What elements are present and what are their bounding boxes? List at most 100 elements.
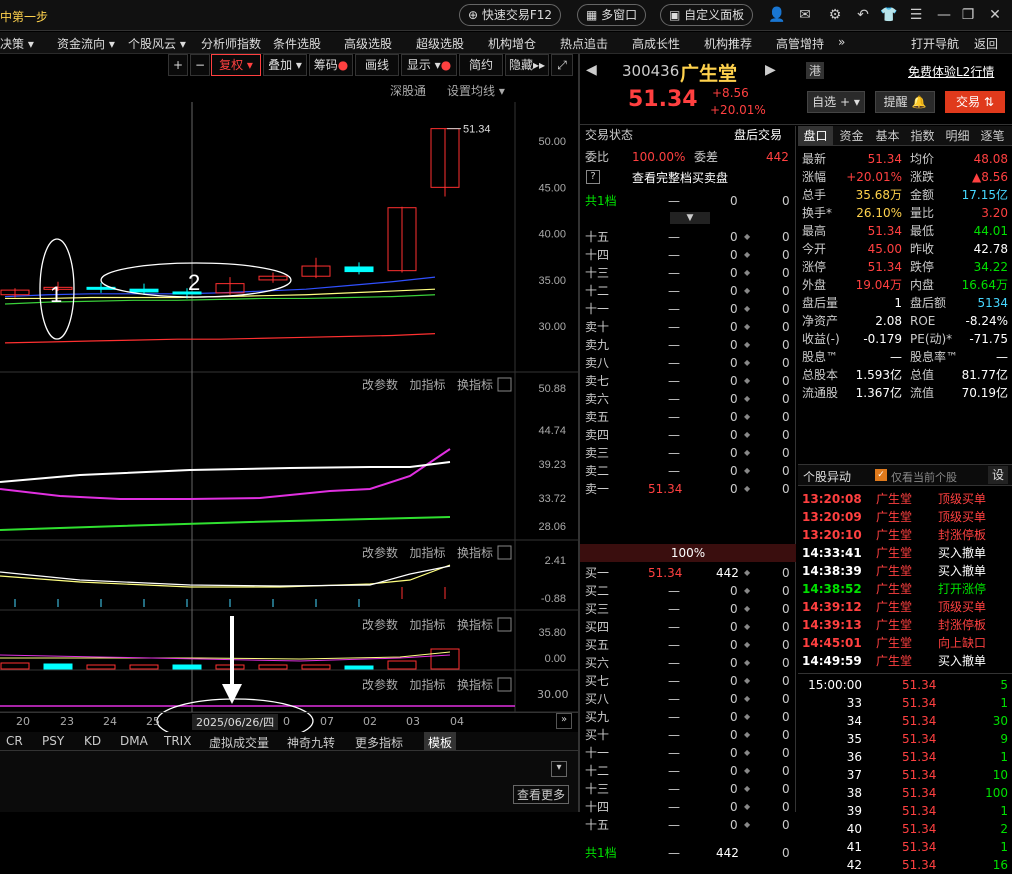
- menu-item[interactable]: 打开导航: [911, 35, 959, 52]
- switch-indicator-button[interactable]: 换指标: [457, 618, 493, 632]
- quote-label: 跌停: [910, 260, 935, 274]
- alert-stock[interactable]: 广生堂: [876, 562, 912, 580]
- add-indicator-button[interactable]: 加指标: [409, 618, 445, 632]
- menu-item[interactable]: 高管增持: [776, 35, 824, 52]
- window-title: 中第一步: [0, 10, 49, 24]
- close-icon[interactable]: ✕: [986, 6, 1004, 24]
- add-indicator-button[interactable]: 加指标: [409, 378, 445, 392]
- switch-indicator-button[interactable]: 换指标: [457, 378, 493, 392]
- menu-item[interactable]: 超级选股: [416, 35, 464, 52]
- sell-price: —: [668, 392, 680, 406]
- alert-stock[interactable]: 广生堂: [876, 544, 912, 562]
- alert-time: 14:49:59: [802, 654, 862, 668]
- tab-pankou[interactable]: 盘口: [798, 126, 833, 146]
- watchlist-button[interactable]: 自选 + ▾: [807, 91, 865, 113]
- alert-stock[interactable]: 广生堂: [876, 616, 912, 634]
- menu-item[interactable]: 机构增仓: [488, 35, 536, 52]
- quick-trade-button[interactable]: ⊕ 快速交易F12: [459, 4, 562, 26]
- only-current-checkbox[interactable]: ✓: [875, 469, 887, 481]
- next-stock-icon[interactable]: ▶: [765, 62, 776, 78]
- tab-psy[interactable]: PSY: [42, 734, 64, 748]
- close-indicator-icon[interactable]: [497, 617, 512, 632]
- tab-dma[interactable]: DMA: [120, 734, 148, 748]
- alert-stock[interactable]: 广生堂: [876, 580, 912, 598]
- alerts-settings-button[interactable]: 设: [988, 466, 1008, 484]
- close-indicator-icon[interactable]: [497, 377, 512, 392]
- menu-icon[interactable]: ☰: [907, 6, 925, 24]
- menu-item[interactable]: 返回: [974, 35, 998, 52]
- add-indicator-button[interactable]: 加指标: [409, 546, 445, 560]
- tab-zhishu[interactable]: 指数: [905, 126, 940, 146]
- full-book-link[interactable]: 查看完整档买卖盘: [632, 169, 728, 187]
- last-indicator-tick: 30.00: [537, 688, 569, 701]
- tab-jiben[interactable]: 基本: [870, 126, 905, 146]
- menu-item[interactable]: 决策 ▾: [0, 35, 34, 52]
- back-icon[interactable]: ↶: [854, 6, 872, 24]
- settings-icon[interactable]: ⚙: [826, 6, 844, 24]
- tab-more-indicators[interactable]: 更多指标: [355, 734, 403, 751]
- help-icon[interactable]: ?: [586, 170, 600, 184]
- buy-level-label: 买八: [585, 692, 610, 706]
- collapse-icon[interactable]: ▾: [551, 761, 567, 777]
- tab-virtual-volume[interactable]: 虚拟成交量: [209, 734, 269, 751]
- chart-svg[interactable]: 50.00 45.00 40.00 35.00 30.00 51.34 1 2 50.88 44.…: [0, 54, 578, 750]
- menu-item[interactable]: 机构推荐: [704, 35, 752, 52]
- free-l2-link[interactable]: 免费体验L2行情: [908, 63, 994, 80]
- alert-stock[interactable]: 广生堂: [876, 598, 912, 616]
- multi-window-button[interactable]: ▦ 多窗口: [577, 4, 647, 26]
- switch-indicator-button[interactable]: 换指标: [457, 546, 493, 560]
- menu-item[interactable]: 高成长性: [632, 35, 680, 52]
- tab-trix[interactable]: TRIX: [164, 734, 191, 748]
- sell-volume: 0: [730, 338, 738, 352]
- alert-stock[interactable]: 广生堂: [876, 652, 912, 670]
- alert-stock[interactable]: 广生堂: [876, 526, 912, 544]
- buy1-volume: 442: [716, 566, 739, 580]
- alert-stock[interactable]: 广生堂: [876, 634, 912, 652]
- params-button[interactable]: 改参数: [362, 618, 398, 632]
- user-icon[interactable]: 👤: [768, 6, 786, 24]
- sell-change: 0: [782, 356, 790, 370]
- menu-item[interactable]: 分析师指数: [201, 35, 261, 52]
- quote-label: ROE: [910, 314, 936, 328]
- params-button[interactable]: 改参数: [362, 678, 398, 692]
- tab-mingxi[interactable]: 明细: [940, 126, 975, 146]
- expand-icon[interactable]: ▼: [670, 212, 710, 224]
- tab-cr[interactable]: CR: [6, 734, 23, 748]
- sell-change: 0: [782, 482, 790, 496]
- menu-item[interactable]: 高级选股: [344, 35, 392, 52]
- sell-change: 0: [782, 374, 790, 388]
- params-button[interactable]: 改参数: [362, 546, 398, 560]
- menu-more[interactable]: »: [838, 35, 845, 49]
- alert-stock[interactable]: 广生堂: [876, 508, 912, 526]
- volume-bar: [258, 664, 288, 670]
- timeline-next-icon[interactable]: »: [556, 713, 572, 729]
- tab-kd[interactable]: KD: [84, 734, 101, 748]
- hk-badge[interactable]: 港: [806, 62, 825, 79]
- sell-price: —: [668, 338, 680, 352]
- close-indicator-icon[interactable]: [497, 545, 512, 560]
- add-indicator-button[interactable]: 加指标: [409, 678, 445, 692]
- custom-panel-button[interactable]: ▣ 自定义面板: [660, 4, 754, 26]
- menu-item[interactable]: 热点追击: [560, 35, 608, 52]
- menu-item[interactable]: 条件选股: [273, 35, 321, 52]
- trade-button[interactable]: 交易 ⇅: [945, 91, 1005, 113]
- level-dot: ◆: [744, 304, 751, 313]
- tab-zijin[interactable]: 资金: [834, 126, 869, 146]
- alert-stock[interactable]: 广生堂: [876, 490, 912, 508]
- switch-indicator-button[interactable]: 换指标: [457, 678, 493, 692]
- tick-price: 51.34: [902, 804, 937, 818]
- alert-button[interactable]: 提醒 🔔: [875, 91, 935, 113]
- tab-zhubi[interactable]: 逐笔: [975, 126, 1010, 146]
- prev-stock-icon[interactable]: ◀: [586, 62, 597, 78]
- menu-item[interactable]: 个股风云 ▾: [128, 35, 186, 52]
- shirt-icon[interactable]: 👕: [880, 6, 898, 24]
- menu-item[interactable]: 资金流向 ▾: [57, 35, 115, 52]
- restore-icon[interactable]: ❐: [959, 6, 977, 24]
- mail-icon[interactable]: ✉: [796, 6, 814, 24]
- close-indicator-icon[interactable]: [497, 677, 512, 692]
- alert-label: 提醒: [883, 95, 908, 109]
- tab-td9[interactable]: 神奇九转: [287, 734, 335, 751]
- params-button[interactable]: 改参数: [362, 378, 398, 392]
- see-more-button[interactable]: 查看更多: [513, 785, 570, 804]
- minimize-icon[interactable]: —: [935, 6, 953, 24]
